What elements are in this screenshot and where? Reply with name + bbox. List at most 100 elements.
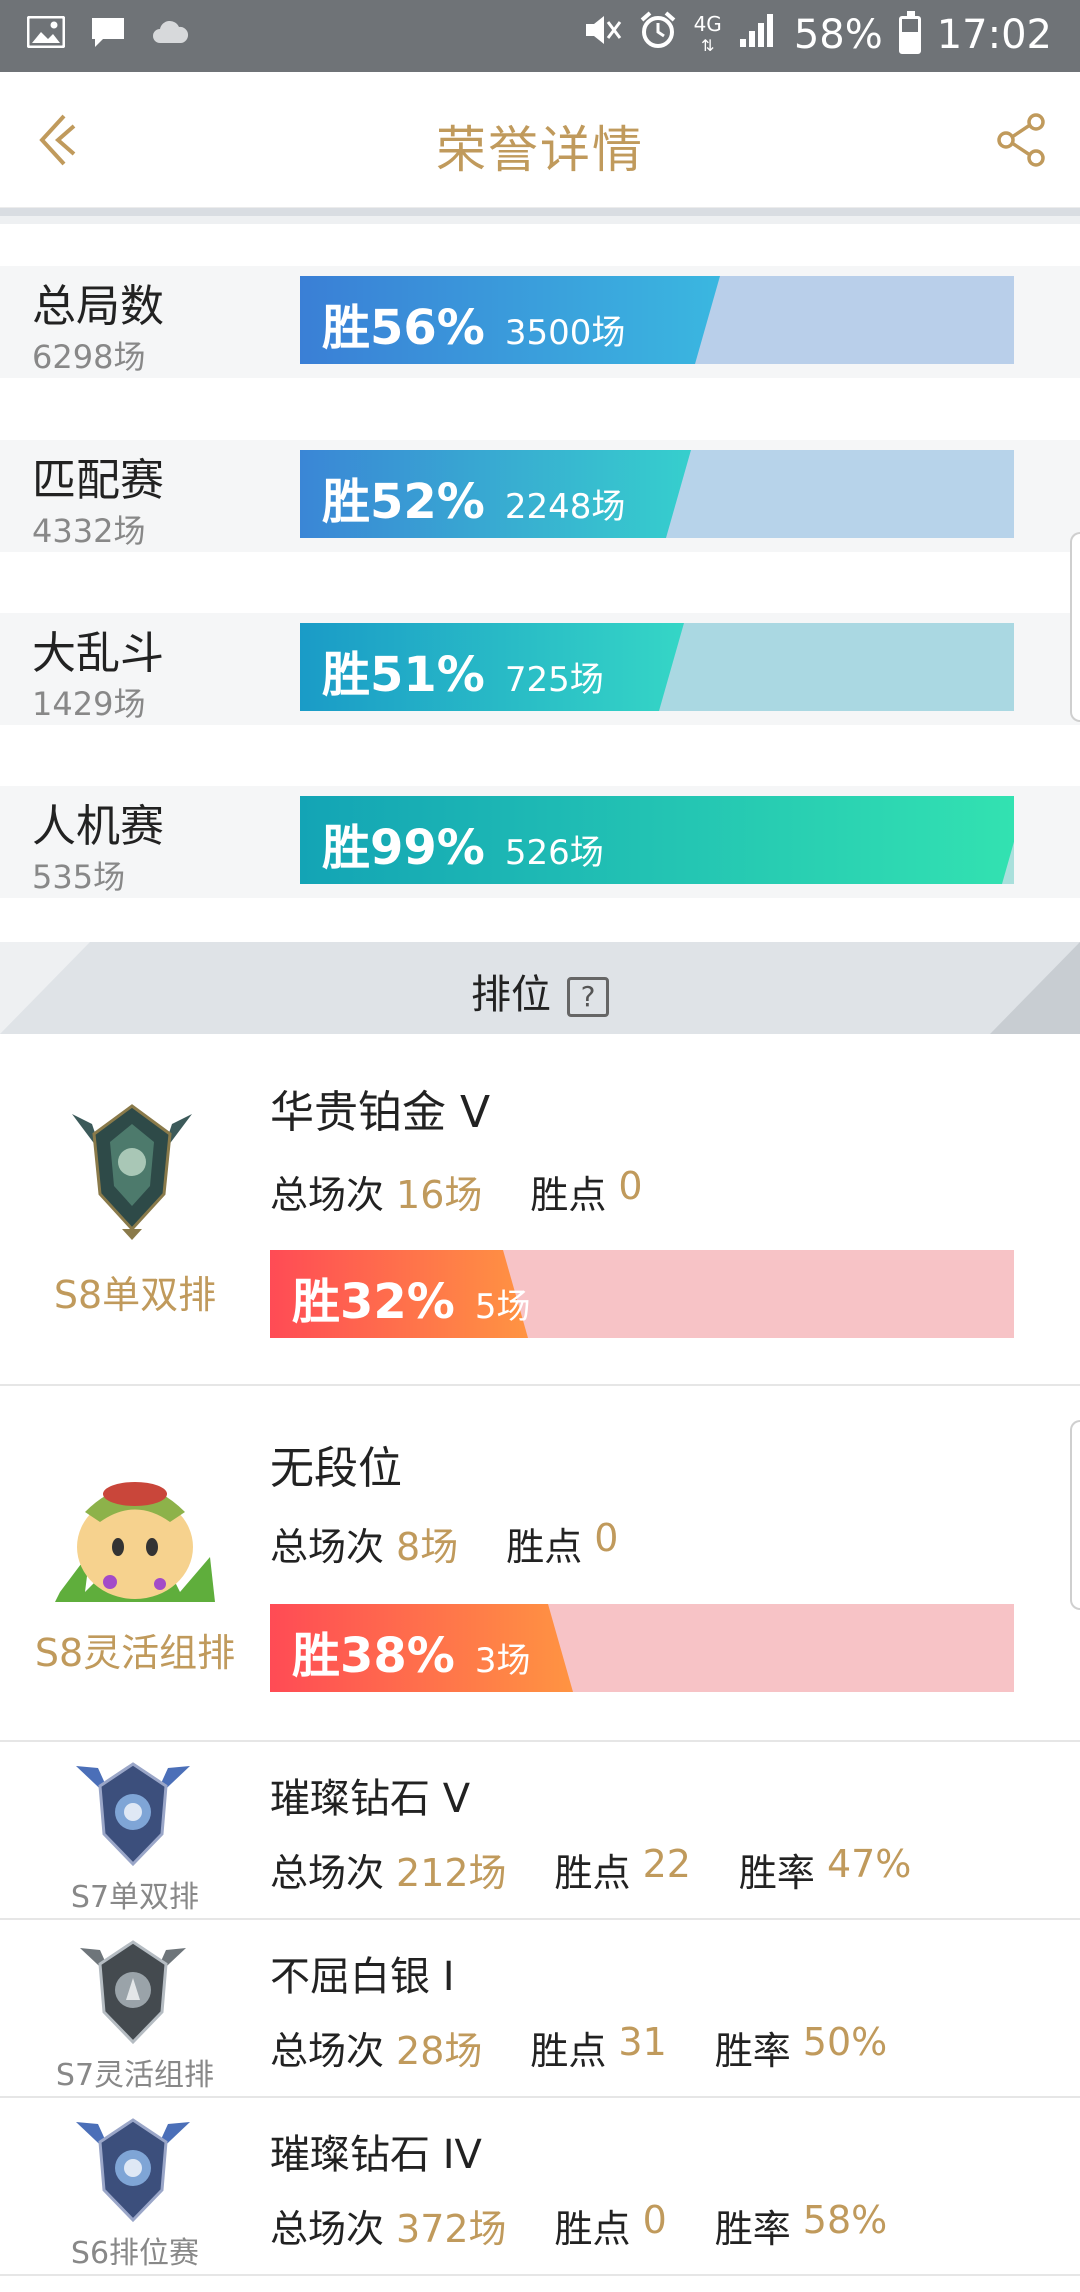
rank-stats: 总场次 16场 胜点 0 xyxy=(270,1164,679,1219)
season-label: S7单双排 xyxy=(70,1880,200,1915)
games-value: 16场 xyxy=(396,1173,483,1217)
win-count: 3500场 xyxy=(504,313,626,353)
rank-card-s8-flex[interactable]: S8灵活组排 无段位 总场次 8场 胜点 0 胜38% 3场 xyxy=(0,1386,1080,1742)
rate-label: 胜率 xyxy=(714,2029,791,2073)
tier-name: 华贵铂金 V xyxy=(270,1087,491,1138)
points-label: 胜点 xyxy=(506,1525,583,1569)
rate-label: 胜率 xyxy=(714,2207,791,2251)
rate-label: 胜率 xyxy=(738,1851,815,1895)
stat-games: 6298场 xyxy=(32,338,146,376)
diamond-emblem-icon xyxy=(68,2112,198,2228)
stat-label: 人机赛 xyxy=(32,801,164,852)
alarm-icon xyxy=(638,10,678,60)
stat-label: 匹配赛 xyxy=(32,455,164,506)
points-label: 胜点 xyxy=(554,2207,631,2251)
tier-name: 无段位 xyxy=(270,1443,402,1494)
winrate-bar: 胜52% 2248场 xyxy=(300,450,1014,538)
rank-card-s7-flex[interactable]: S7灵活组排 不屈白银 I 总场次 28场 胜点 31 胜率 50% xyxy=(0,1920,1080,2098)
battery-icon xyxy=(898,11,921,54)
tier-name: 不屈白银 I xyxy=(270,1954,455,2000)
battery-percent: 58% xyxy=(793,12,883,58)
mute-icon xyxy=(582,12,622,58)
status-right-icons: 4G ⇅ 58% 17:02 xyxy=(582,10,1052,60)
stat-row-total[interactable]: 总局数 6298场 胜56% 3500场 xyxy=(0,266,1080,378)
win-count: 725场 xyxy=(504,660,604,700)
win-count: 3场 xyxy=(474,1641,531,1681)
page-title: 荣誉详情 xyxy=(436,121,644,179)
season-label: S7灵活组排 xyxy=(55,2058,215,2093)
ranked-winrate-bar: 胜32% 5场 xyxy=(270,1250,1014,1338)
winrate-bar: 胜51% 725场 xyxy=(300,623,1014,711)
stat-row-matchmaking[interactable]: 匹配赛 4332场 胜52% 2248场 xyxy=(0,440,1080,552)
winrate-bar: 胜99% 526场 xyxy=(300,796,1014,884)
ranking-title: 排位 xyxy=(471,972,551,1018)
points-label: 胜点 xyxy=(530,2029,607,2073)
tier-name: 璀璨钻石 IV xyxy=(270,2132,482,2178)
share-icon xyxy=(997,113,1045,167)
ranking-section-header: 排位? xyxy=(0,942,1080,1034)
stat-games: 1429场 xyxy=(32,685,146,723)
help-icon[interactable]: ? xyxy=(567,977,609,1017)
points-value: 22 xyxy=(642,1842,691,1886)
ranked-winrate-bar: 胜38% 3场 xyxy=(270,1604,1014,1692)
games-label: 总场次 xyxy=(270,1851,385,1895)
games-value: 212场 xyxy=(396,1851,507,1895)
points-value: 0 xyxy=(642,2198,667,2242)
message-icon xyxy=(88,14,128,50)
stat-row-bots[interactable]: 人机赛 535场 胜99% 526场 xyxy=(0,786,1080,898)
unranked-teemo-icon xyxy=(40,1442,230,1612)
points-label: 胜点 xyxy=(530,1173,607,1217)
header-divider xyxy=(0,208,1080,224)
points-value: 0 xyxy=(594,1516,619,1560)
share-button[interactable] xyxy=(994,112,1050,168)
rank-card-s8-solo[interactable]: S8单双排 华贵铂金 V 总场次 16场 胜点 0 胜32% 5场 xyxy=(0,1034,1080,1386)
points-label: 胜点 xyxy=(554,1851,631,1895)
rank-stats: 总场次 8场 胜点 0 xyxy=(270,1516,654,1571)
scroll-handle[interactable] xyxy=(1070,532,1080,722)
winrate-text: 胜32% xyxy=(292,1274,455,1330)
season-label: S8灵活组排 xyxy=(34,1631,236,1675)
season-label: S6排位赛 xyxy=(70,2236,200,2271)
winrate-text: 胜51% xyxy=(322,647,485,703)
rate-value: 47% xyxy=(826,1842,912,1886)
win-count: 2248场 xyxy=(504,487,626,527)
diamond-emblem-icon xyxy=(68,1756,198,1872)
signal-icon xyxy=(738,11,778,59)
rank-stats: 总场次 212场 胜点 22 胜率 47% xyxy=(270,1842,947,1897)
games-label: 总场次 xyxy=(270,1525,385,1569)
winrate-text: 胜99% xyxy=(322,820,485,876)
games-label: 总场次 xyxy=(270,1173,385,1217)
games-label: 总场次 xyxy=(270,2207,385,2251)
status-left-icons xyxy=(26,14,190,50)
games-value: 372场 xyxy=(396,2207,507,2251)
stat-label: 总局数 xyxy=(32,281,164,332)
win-count: 526场 xyxy=(504,833,604,873)
points-value: 0 xyxy=(618,1164,643,1208)
stat-label: 大乱斗 xyxy=(32,628,164,679)
games-value: 8场 xyxy=(396,1525,459,1569)
rate-value: 58% xyxy=(802,2198,888,2242)
status-bar: 4G ⇅ 58% 17:02 xyxy=(0,0,1080,72)
scroll-handle[interactable] xyxy=(1070,1420,1080,1610)
rank-card-s6[interactable]: S6排位赛 璀璨钻石 IV 总场次 372场 胜点 0 胜率 58% xyxy=(0,2098,1080,2276)
season-label: S8单双排 xyxy=(53,1273,217,1317)
win-count: 5场 xyxy=(474,1287,531,1327)
tier-name: 璀璨钻石 V xyxy=(270,1776,471,1822)
platinum-emblem-icon xyxy=(52,1094,212,1244)
4g-icon: 4G ⇅ xyxy=(693,12,722,55)
winrate-text: 胜38% xyxy=(292,1628,455,1684)
silver-emblem-icon xyxy=(68,1934,198,2050)
games-label: 总场次 xyxy=(270,2029,385,2073)
rank-stats: 总场次 372场 胜点 0 胜率 58% xyxy=(270,2198,923,2253)
games-value: 28场 xyxy=(396,2029,483,2073)
clock-time: 17:02 xyxy=(936,12,1052,58)
stat-games: 535场 xyxy=(32,858,126,896)
rank-card-s7-solo[interactable]: S7单双排 璀璨钻石 V 总场次 212场 胜点 22 胜率 47% xyxy=(0,1742,1080,1920)
winrate-bar: 胜56% 3500场 xyxy=(300,276,1014,364)
points-value: 31 xyxy=(618,2020,667,2064)
winrate-text: 胜56% xyxy=(322,300,485,356)
cloud-icon xyxy=(150,14,190,50)
stat-row-aram[interactable]: 大乱斗 1429场 胜51% 725场 xyxy=(0,613,1080,725)
winrate-text: 胜52% xyxy=(322,474,485,530)
app-header: 荣誉详情 xyxy=(0,72,1080,208)
